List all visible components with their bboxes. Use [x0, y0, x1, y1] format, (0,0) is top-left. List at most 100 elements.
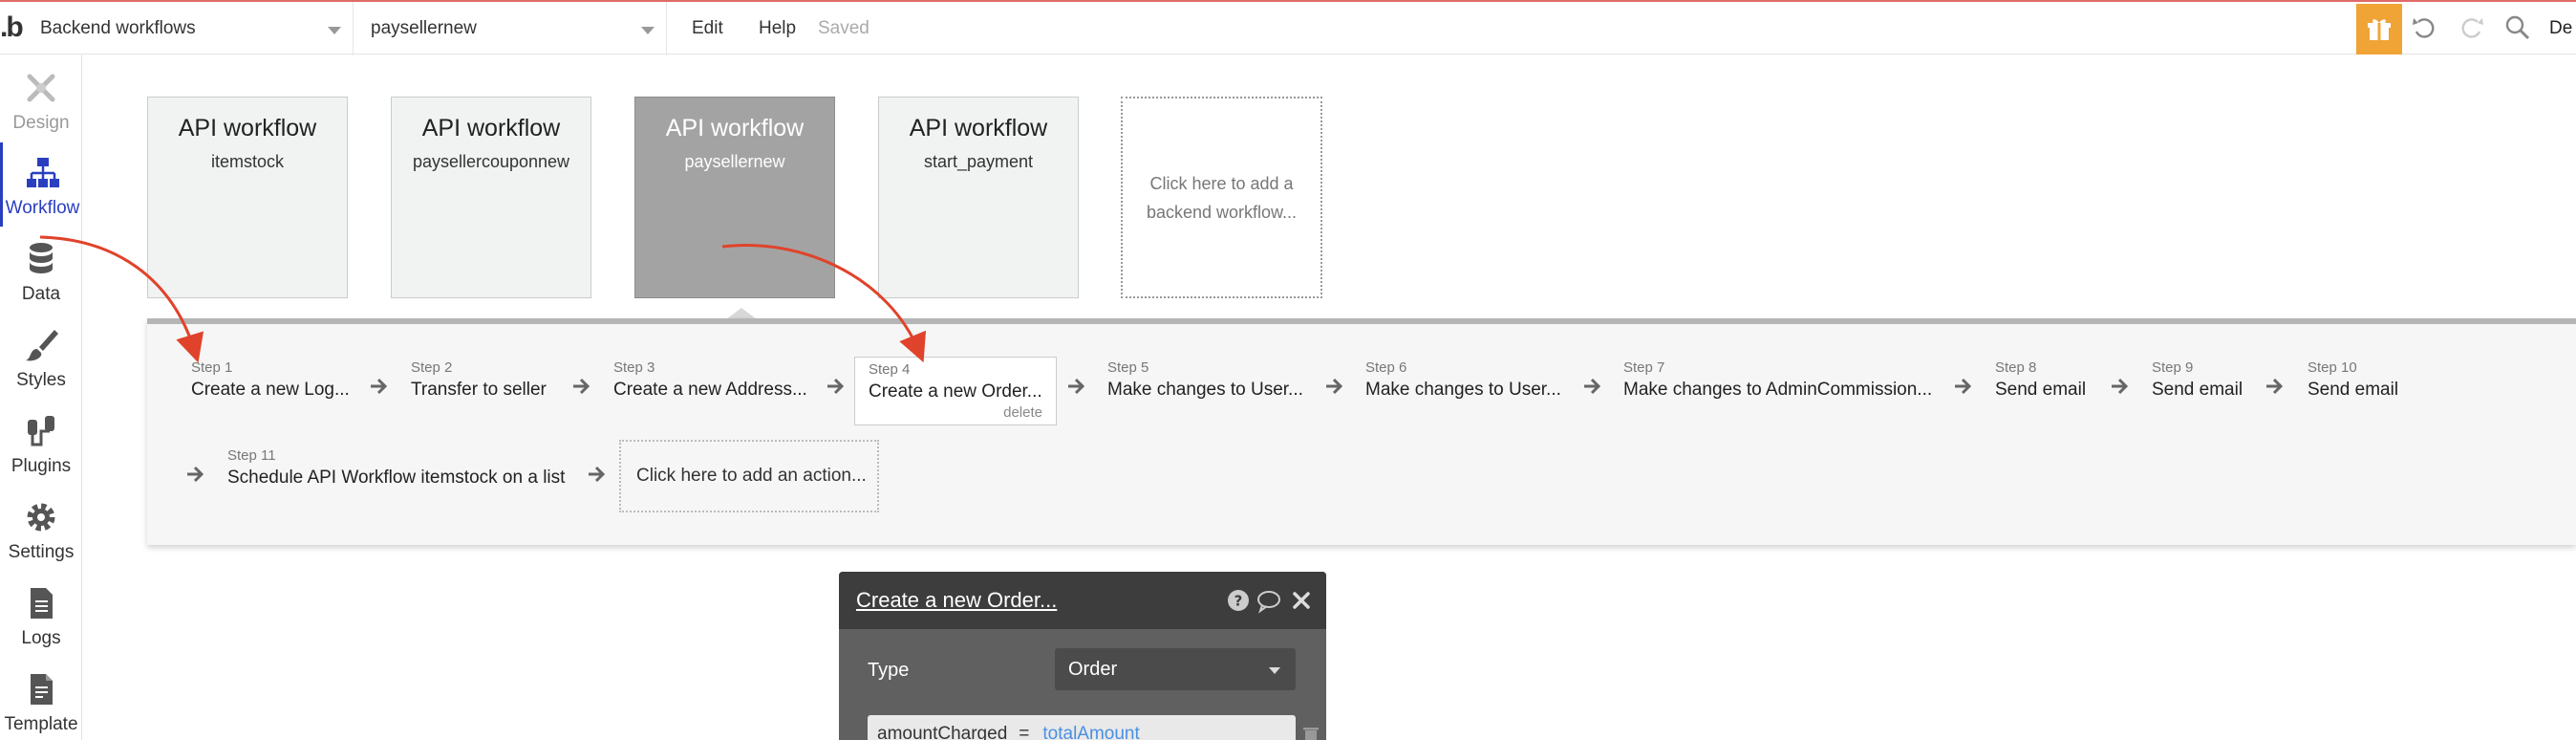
step-number: Step 11 [227, 447, 276, 464]
workflow-steps-panel [147, 318, 2576, 545]
workflow-card-start-payment[interactable]: API workflow start_payment [878, 97, 1079, 298]
arrow-right-icon [589, 466, 606, 483]
sidebar-item-workflow[interactable]: Workflow [0, 142, 82, 227]
search-icon[interactable] [2503, 13, 2532, 42]
save-status: Saved [818, 18, 869, 38]
add-action-button[interactable]: Click here to add an action... [619, 440, 879, 512]
bubble-logo[interactable]: .b [0, 11, 29, 44]
arrow-right-icon [1326, 378, 1343, 395]
design-icon [27, 74, 55, 102]
page-selector-dropdown[interactable]: Backend workflows [38, 2, 354, 55]
step-name: Make changes to AdminCommission... [1623, 380, 1933, 400]
step-9[interactable]: Step 9 Send email [2152, 359, 2243, 401]
step-7[interactable]: Step 7 Make changes to AdminCommission..… [1623, 359, 1932, 401]
gift-icon [2368, 18, 2391, 40]
delete-step-button[interactable]: delete [1003, 404, 1042, 421]
sidebar-item-label: Settings [8, 542, 75, 562]
chevron-down-icon [328, 27, 341, 34]
arrow-right-icon [1068, 378, 1085, 395]
sidebar-item-label: Workflow [5, 198, 80, 218]
brush-icon [26, 330, 58, 361]
arrow-right-icon [827, 378, 845, 395]
workflow-card-name: paysellercouponnew [412, 152, 570, 171]
workflow-card-name: start_payment [923, 152, 1034, 171]
workflow-card-title: API workflow [909, 115, 1048, 141]
sidebar-item-template[interactable]: Template [0, 659, 82, 740]
type-dropdown[interactable]: Order [1055, 648, 1296, 690]
step-name: Make changes to User... [1365, 380, 1561, 400]
type-dropdown-value: Order [1068, 658, 1118, 680]
field-assignment-row[interactable]: amountCharged = totalAmount [868, 715, 1296, 740]
workflow-selector-label: paysellernew [371, 18, 477, 38]
template-icon [31, 674, 53, 705]
step-5[interactable]: Step 5 Make changes to User... [1107, 359, 1303, 401]
workflow-card-itemstock[interactable]: API workflow itemstock [147, 97, 348, 298]
sidebar-item-logs[interactable]: Logs [0, 573, 82, 657]
step-number: Step 1 [191, 359, 233, 376]
sidebar-item-data[interactable]: Data [0, 229, 82, 313]
step-number: Step 2 [411, 359, 453, 376]
workflow-card-title: API workflow [421, 115, 561, 141]
sidebar-item-styles[interactable]: Styles [0, 315, 82, 399]
sidebar-item-settings[interactable]: Settings [0, 487, 82, 571]
trash-icon[interactable] [1301, 725, 1320, 740]
step-name: Transfer to seller [411, 380, 547, 400]
sidebar-item-label: Data [21, 284, 61, 304]
workflow-card-title: API workflow [665, 115, 805, 141]
edit-menu[interactable]: Edit [692, 2, 723, 55]
svg-text:?: ? [1234, 593, 1243, 610]
step-number: Step 3 [613, 359, 655, 376]
workflow-card-paysellernew[interactable]: API workflow paysellernew [634, 97, 835, 298]
step-11[interactable]: Step 11 Schedule API Workflow itemstock … [227, 447, 565, 489]
arrow-right-icon [2112, 378, 2129, 395]
step-3[interactable]: Step 3 Create a new Address... [613, 359, 807, 401]
editor-header: Create a new Order... ? [839, 572, 1326, 629]
user-menu[interactable]: De [2549, 2, 2572, 55]
sidebar-item-plugins[interactable]: Plugins [0, 401, 82, 485]
close-icon[interactable] [1288, 587, 1315, 614]
step-name: Create a new Address... [613, 380, 807, 400]
add-backend-workflow-button[interactable]: Click here to add a backend workflow... [1121, 97, 1322, 298]
step-number: Step 4 [869, 361, 911, 378]
field-name: amountCharged [877, 724, 1008, 740]
undo-icon[interactable] [2410, 13, 2438, 42]
redo-icon[interactable] [2458, 13, 2486, 42]
step-8[interactable]: Step 8 Send email [1995, 359, 2086, 401]
step-6[interactable]: Step 6 Make changes to User... [1365, 359, 1561, 401]
step-name: Send email [1995, 380, 2087, 400]
editor-title[interactable]: Create a new Order... [856, 588, 1057, 613]
step-number: Step 5 [1107, 359, 1149, 376]
help-icon[interactable]: ? [1225, 587, 1252, 614]
workflow-selector-dropdown[interactable]: paysellernew [359, 2, 667, 55]
step-number: Step 8 [1995, 359, 2037, 376]
top-bar: .b Backend workflows paysellernew Edit H… [0, 0, 2576, 55]
step-4[interactable]: Step 4 Create a new Order... delete [854, 357, 1057, 425]
gift-button[interactable] [2356, 4, 2402, 54]
step-number: Step 10 [2308, 359, 2357, 376]
arrow-right-icon [2266, 378, 2284, 395]
step-1[interactable]: Step 1 Create a new Log... [191, 359, 350, 401]
chevron-down-icon [641, 27, 655, 34]
sidebar-item-label: Template [4, 714, 78, 734]
sidebar-item-label: Design [12, 113, 70, 133]
sidebar-item-label: Styles [16, 370, 66, 390]
step-number: Step 7 [1623, 359, 1665, 376]
database-icon [30, 243, 53, 273]
workflow-card-name: itemstock [210, 152, 285, 171]
workflow-icon [26, 158, 59, 187]
step-name: Make changes to User... [1107, 380, 1303, 400]
field-operator: = [1019, 724, 1030, 740]
step-2[interactable]: Step 2 Transfer to seller [411, 359, 547, 401]
step-10[interactable]: Step 10 Send email [2308, 359, 2398, 401]
field-expression[interactable]: totalAmount [1042, 724, 1139, 740]
step-name: Create a new Order... [869, 381, 1042, 402]
workflow-card-paysellercouponnew[interactable]: API workflow paysellercouponnew [391, 97, 591, 298]
step-name: Send email [2152, 380, 2243, 400]
plug-icon [28, 416, 54, 446]
help-menu[interactable]: Help [759, 2, 796, 55]
step-number: Step 6 [1365, 359, 1407, 376]
step-number: Step 9 [2152, 359, 2194, 376]
sidebar-item-design[interactable]: Design [0, 57, 82, 141]
comment-icon[interactable] [1256, 587, 1282, 614]
arrow-right-icon [187, 466, 204, 483]
